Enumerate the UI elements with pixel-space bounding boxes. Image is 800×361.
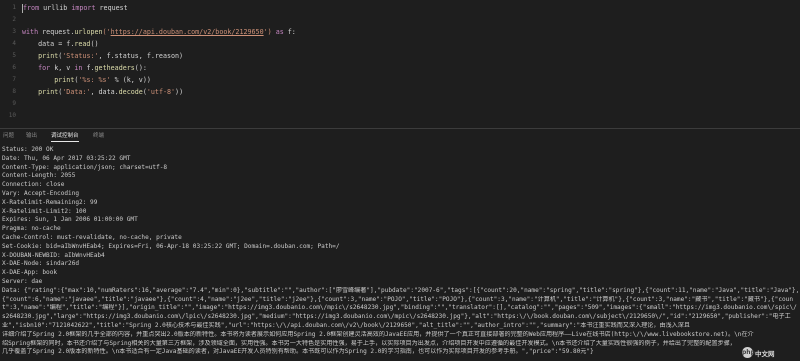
- console-output-line: t":3,"name":"编程","title":"编程"}],"origin_…: [2, 304, 797, 312]
- code-line[interactable]: for k, v in f.getheaders():: [22, 62, 147, 74]
- code-token: f:: [287, 28, 296, 36]
- code-line[interactable]: with request.urlopen('https://api.douban…: [22, 26, 296, 38]
- code-line[interactable]: print('%s: %s' % (k, v)): [22, 74, 151, 86]
- code-token: read: [74, 40, 91, 48]
- console-output-line: 绍Spring框架的同时，本书还介绍了与Spring相关的大量第三方框架，涉及领…: [2, 339, 736, 347]
- code-token: 'Status:': [62, 52, 99, 60]
- code-token: , data.: [90, 88, 119, 96]
- console-output-line: Vary: Accept-Encoding: [2, 190, 80, 197]
- line-number: 1: [12, 4, 16, 11]
- console-output-line: X-Ratelimit-Limit2: 100: [2, 207, 87, 215]
- code-token: as: [271, 28, 288, 36]
- tab-debug-console[interactable]: 调试控制台: [51, 131, 79, 142]
- code-token: print: [54, 76, 75, 84]
- code-token: (): [90, 40, 99, 48]
- console-output-line: Content-Type: application/json; charset=…: [2, 163, 168, 171]
- console-output-line: Content-Length: 2055: [2, 172, 76, 180]
- code-token: urllib: [39, 4, 72, 12]
- code-line[interactable]: print('Data:', data.decode('utf-8')): [22, 86, 183, 98]
- console-output-line: 业","isbn10":"7121042622","title":"Spring…: [2, 322, 690, 329]
- code-token: (': [102, 28, 111, 36]
- code-token: for: [38, 64, 51, 72]
- line-number-gutter: 1 2 3 4 5 6 7 8 9 10: [0, 0, 18, 128]
- code-token: print: [38, 52, 59, 60]
- watermark: php 中文网: [742, 346, 798, 359]
- console-output-line: 详细介绍了Spring 2.0框架的几乎全部的内容，并重点突出2.0版本的新特性…: [2, 330, 754, 338]
- panel-tabs: 问题 输出 调试控制台 终端: [0, 129, 800, 143]
- watermark-site-name: 中文网: [755, 349, 775, 358]
- code-token: % (k, v)): [110, 76, 151, 84]
- code-token: import: [71, 4, 96, 12]
- code-token: 'Data:': [62, 88, 91, 96]
- php-logo-icon: php: [742, 347, 755, 358]
- tab-problems[interactable]: 问题: [3, 131, 14, 141]
- console-output-line: Cache-Control: must-revalidate, no-cache…: [2, 234, 182, 241]
- console-output-line: Data: {"rating":{"max":10,"numRaters":16…: [2, 286, 798, 294]
- code-token: getheaders: [94, 64, 135, 72]
- console-output-line: X-DAE-App: book: [2, 269, 58, 277]
- console-output-line: 几乎覆盖了Spring 2.0版本的新特性。\n本书适合有一定Java基础的读者…: [2, 348, 594, 356]
- line-number: 8: [12, 88, 16, 95]
- console-output-line: Set-Cookie: bid=aIbWnvHEab4; Expires=Fri…: [2, 242, 340, 250]
- code-editor[interactable]: 1 2 3 4 5 6 7 8 9 10 from urllib import request wi…: [0, 0, 800, 128]
- code-token: '%s: %s': [78, 76, 111, 84]
- line-number: 9: [12, 100, 16, 107]
- line-number: 2: [12, 16, 16, 23]
- console-output-line: Server: dae: [2, 278, 43, 285]
- code-line[interactable]: from urllib import request: [22, 2, 128, 14]
- code-token: print: [38, 88, 59, 96]
- console-output-line: s2648230.jpg","large":"https://img3.doub…: [2, 313, 791, 321]
- code-token: decode: [118, 88, 143, 96]
- code-token: f.: [82, 64, 95, 72]
- line-number: 5: [12, 52, 16, 59]
- console-output-line: X-Ratelimit-Remaining2: 99: [2, 198, 98, 206]
- line-number: 3: [12, 28, 16, 35]
- code-token[interactable]: https://api.douban.com/v2/book/2129650: [111, 28, 264, 36]
- code-token: with: [22, 28, 39, 36]
- code-token: request.: [38, 28, 75, 36]
- bottom-panel: 问题 输出 调试控制台 终端 Status: 200 OK Date: Thu, …: [0, 129, 800, 361]
- code-token: data = f.: [22, 40, 75, 48]
- code-token: '): [263, 28, 272, 36]
- code-token: request: [95, 4, 128, 12]
- code-token: ():: [134, 64, 147, 72]
- line-number: 7: [12, 76, 16, 83]
- console-output-line: Status: 200 OK: [2, 146, 54, 153]
- code-line[interactable]: data = f.read(): [22, 38, 99, 50]
- line-number: 4: [12, 40, 16, 47]
- console-output-line: X-DOUBAN-NEWBID: aIbWnvHEab4: [2, 251, 105, 259]
- console-output-line: X-DAE-Node: sindar26d: [2, 260, 80, 268]
- code-line[interactable]: print('Status:', f.status, f.reason): [22, 50, 183, 62]
- code-token: k, v: [50, 64, 75, 72]
- line-number: 6: [12, 64, 16, 71]
- tab-output[interactable]: 输出: [26, 131, 37, 141]
- tab-terminal[interactable]: 终端: [93, 131, 104, 141]
- console-output-line: Connection: close: [2, 181, 65, 189]
- code-token: 'utf-8': [146, 88, 176, 96]
- console-output-line: Expires: Sun, 1 Jan 2006 01:00:00 GMT: [2, 216, 138, 224]
- debug-console-output[interactable]: Status: 200 OK Date: Thu, 06 Apr 2017 03:…: [2, 146, 798, 360]
- console-output-line: Pragma: no-cache: [2, 225, 61, 233]
- code-token: )): [175, 88, 184, 96]
- console-output-line: {"count":6,"name":"javaee","title":"java…: [2, 295, 794, 303]
- code-token: , f.status, f.reason): [98, 52, 184, 60]
- code-token: from: [23, 4, 40, 12]
- console-output-line: Date: Thu, 06 Apr 2017 03:25:22 GMT: [2, 154, 131, 162]
- code-token: urlopen: [74, 28, 103, 36]
- line-number: 10: [8, 112, 16, 119]
